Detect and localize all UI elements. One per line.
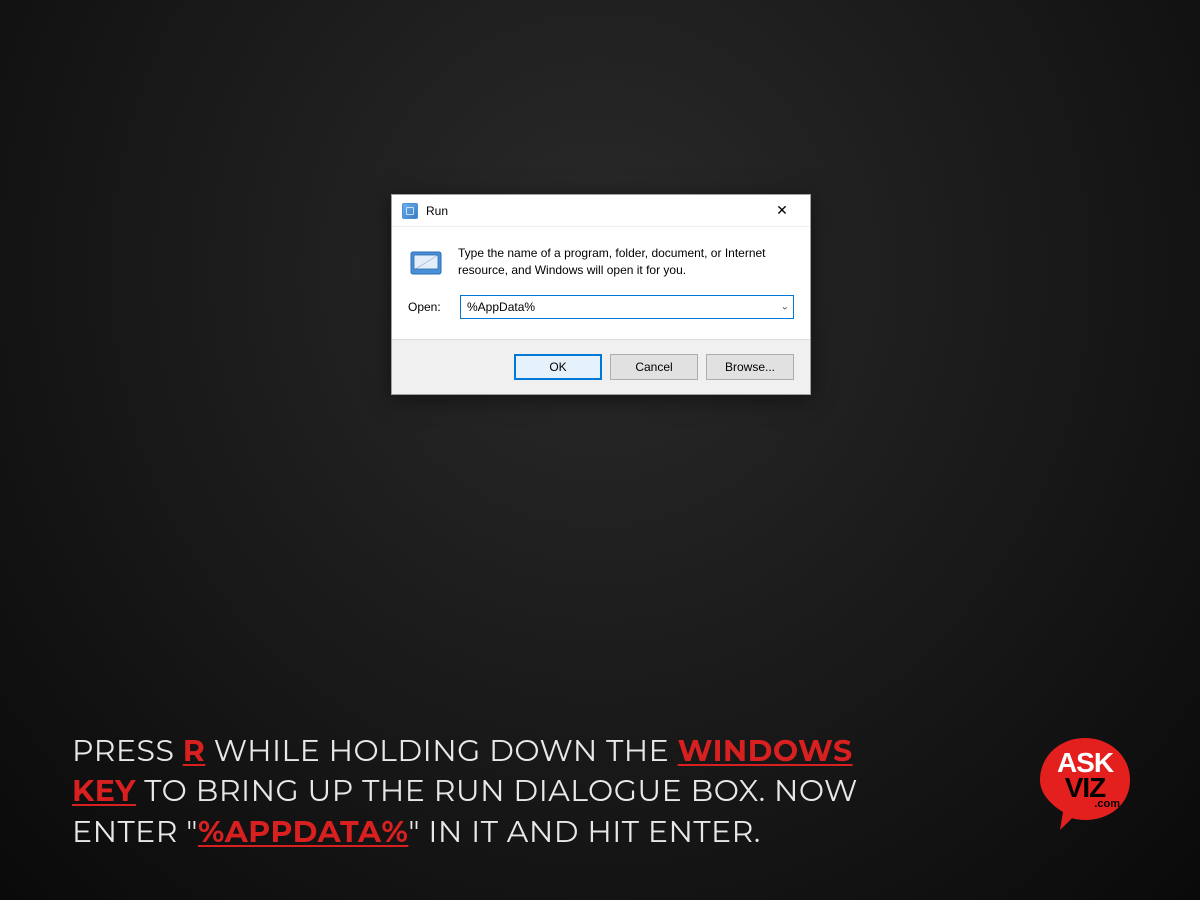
browse-button[interactable]: Browse... [706,354,794,380]
description-text: Type the name of a program, folder, docu… [458,245,778,279]
cancel-button[interactable]: Cancel [610,354,698,380]
dialog-body: Type the name of a program, folder, docu… [392,227,810,339]
open-label: Open: [408,300,448,314]
window-title: Run [426,204,762,218]
caption-text: WHILE HOLDING DOWN THE [205,732,677,769]
caption-highlight-r: R [183,732,206,769]
open-combobox[interactable]: ⌄ [460,295,794,319]
run-dialog: Run ✕ Type the name of a program, folder… [391,194,811,395]
askviz-logo: ASK VIZ .com [1030,730,1140,840]
run-icon [402,203,418,219]
titlebar[interactable]: Run ✕ [392,195,810,227]
run-large-icon [408,245,444,281]
chevron-down-icon: ⌄ [781,302,789,313]
caption-text: " IN IT AND HIT ENTER. [408,813,760,850]
dialog-footer: OK Cancel Browse... [392,339,810,394]
ok-button[interactable]: OK [514,354,602,380]
open-input[interactable] [467,300,769,314]
open-row: Open: ⌄ [408,295,794,319]
logo-line2: VIZ [1030,775,1140,800]
instruction-caption: PRESS R WHILE HOLDING DOWN THE WINDOWS K… [72,731,892,853]
description-row: Type the name of a program, folder, docu… [408,245,794,281]
caption-text: PRESS [72,732,183,769]
caption-highlight-appdata: %APPDATA% [198,813,408,850]
close-icon[interactable]: ✕ [762,197,802,225]
